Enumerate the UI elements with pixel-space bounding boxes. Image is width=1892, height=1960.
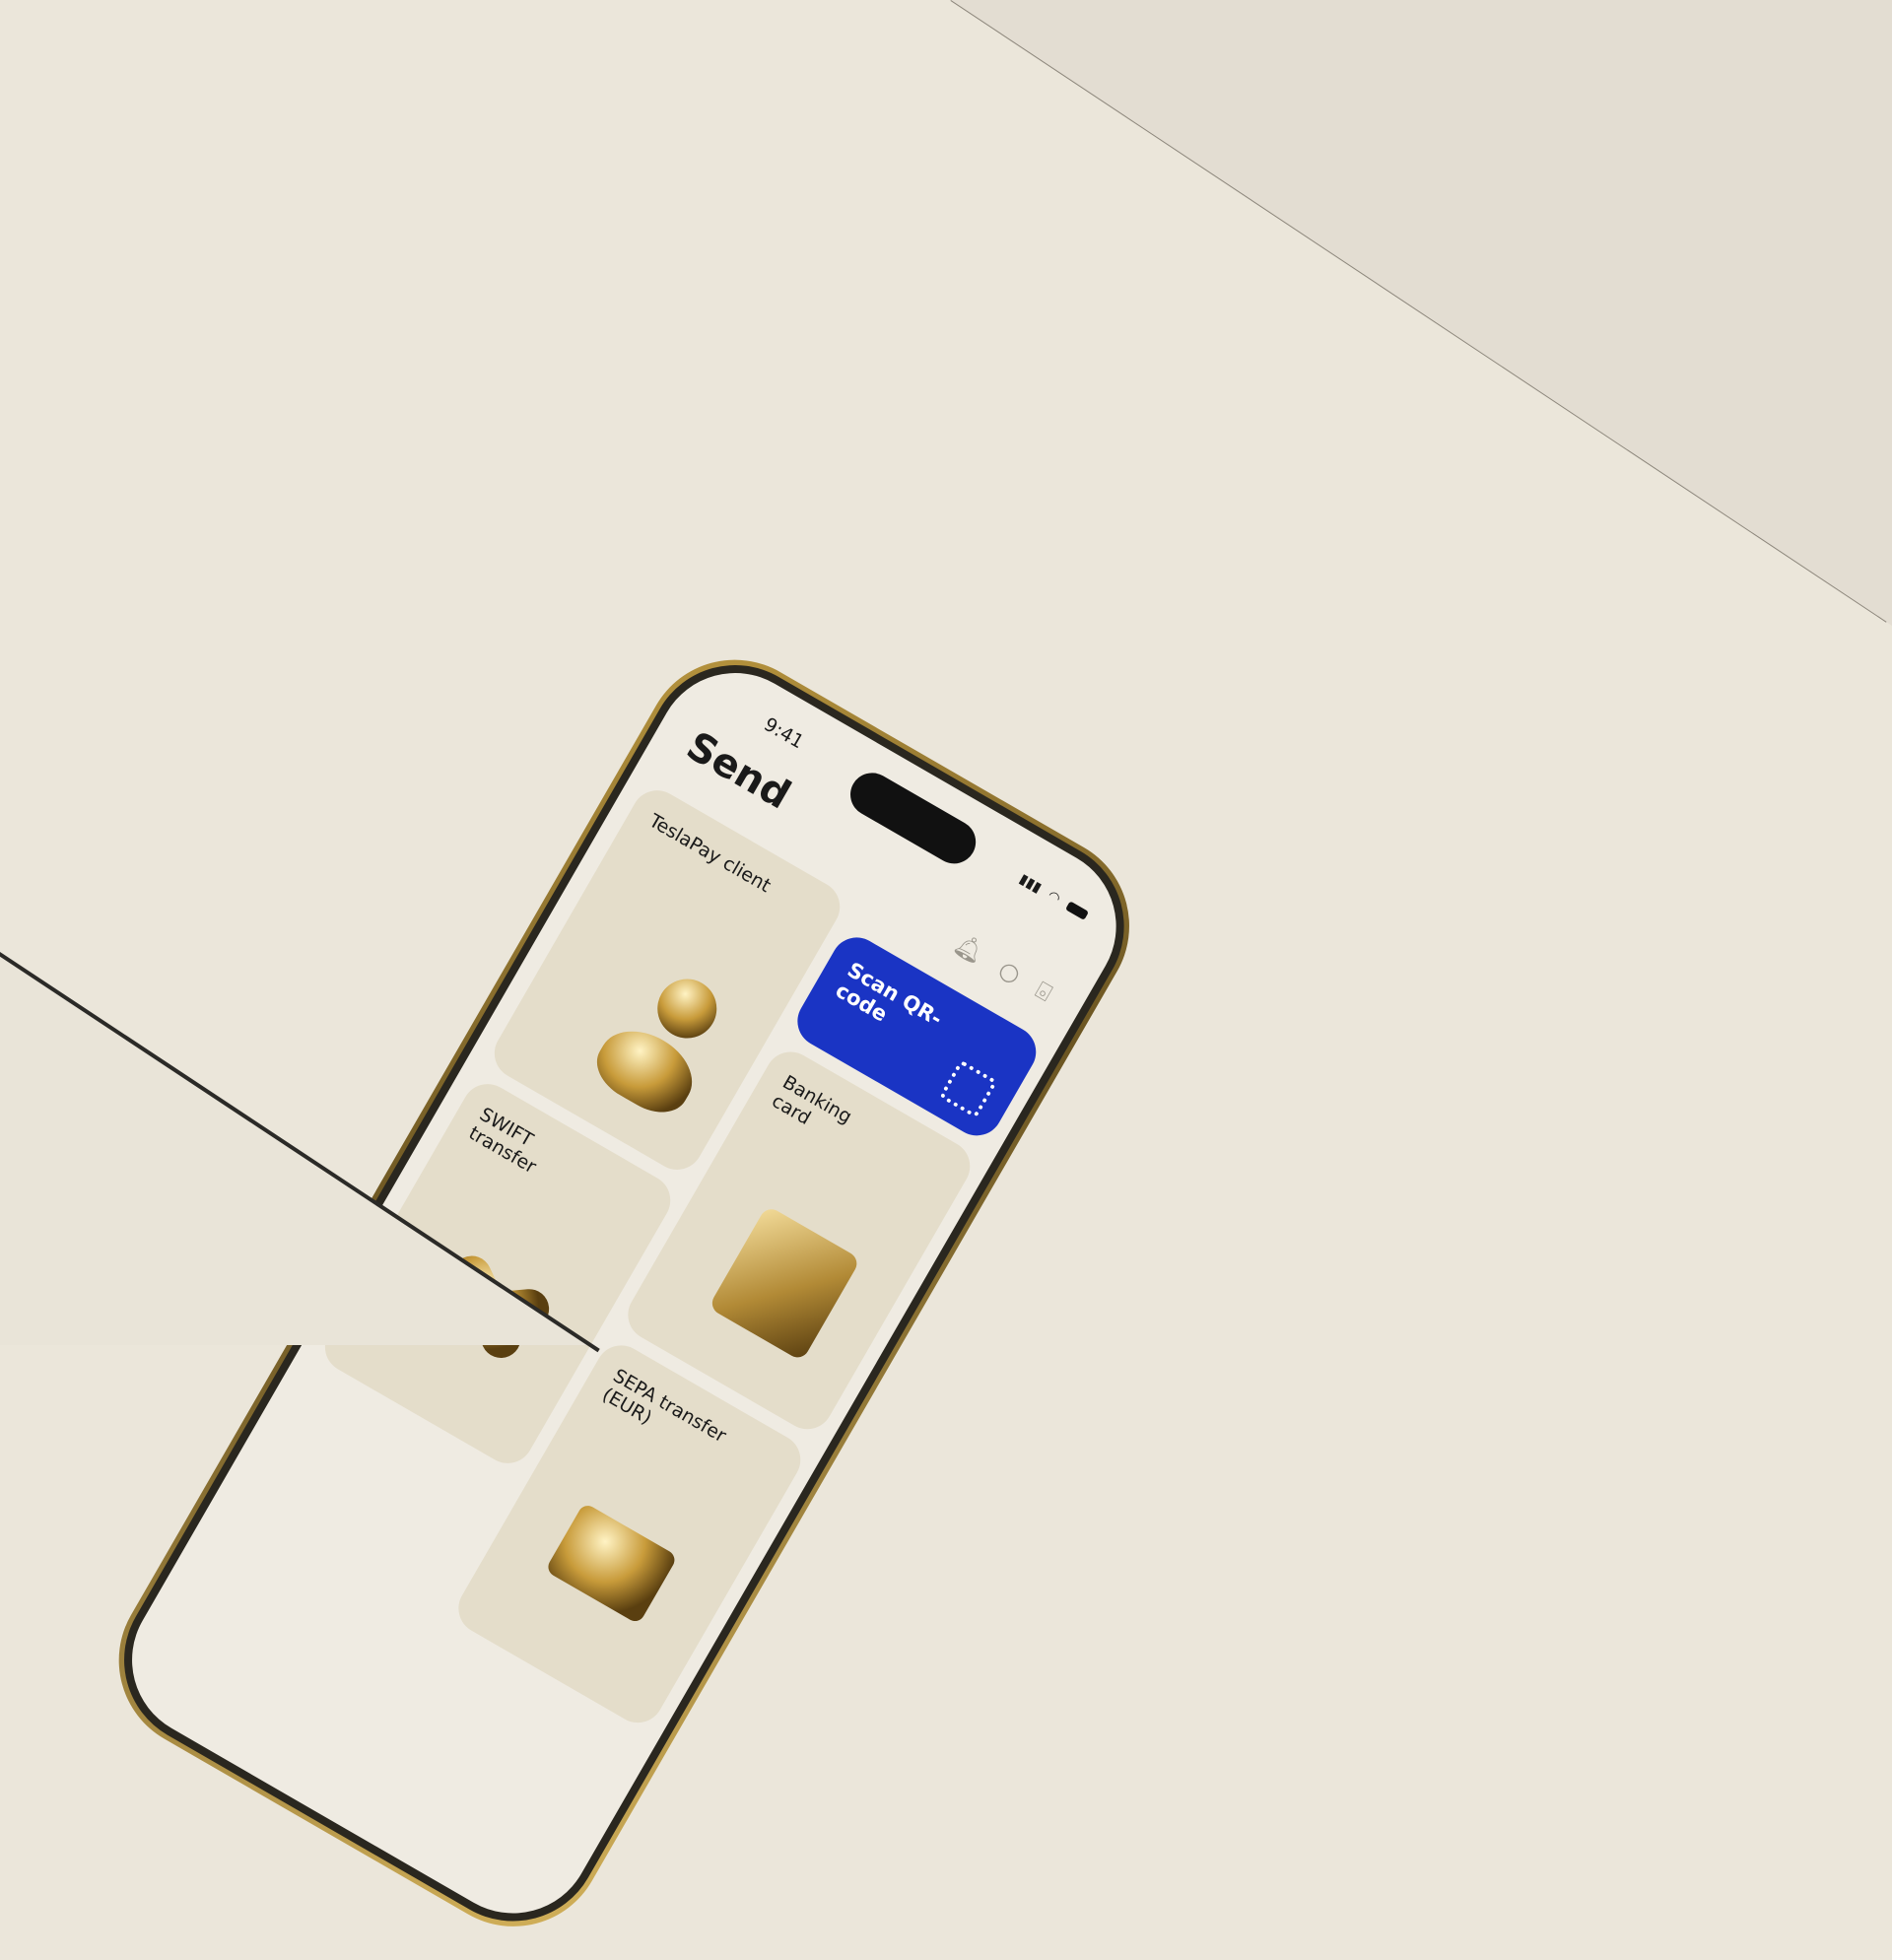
card-label: SWIFT transfer xyxy=(464,1103,540,1179)
signal-icon: ▮▮▮ xyxy=(1016,870,1045,897)
wifi-icon: ◠ xyxy=(1045,887,1063,908)
person-3d-icon xyxy=(646,968,728,1049)
bank-card-3d-icon xyxy=(708,1204,861,1362)
scan-icon[interactable]: ⌻ xyxy=(1031,976,1056,1006)
status-icons: ▮▮▮ ◠ xyxy=(1017,871,1091,923)
search-icon[interactable]: ○ xyxy=(994,955,1026,989)
bell-icon[interactable]: 🔔︎ xyxy=(949,929,988,968)
status-time: 9:41 xyxy=(760,713,808,754)
qr-code-icon xyxy=(938,1059,998,1119)
sepa-3d-icon xyxy=(544,1502,679,1625)
battery-icon xyxy=(1064,901,1090,920)
card-label: Banking card xyxy=(768,1071,856,1129)
dynamic-island xyxy=(842,765,984,872)
card-label: TeslaPay client xyxy=(644,809,775,898)
scan-qr-label: Scan QR-code xyxy=(831,957,947,1032)
header-icons: 🔔︎ ○ ⌻ xyxy=(949,929,1056,1007)
